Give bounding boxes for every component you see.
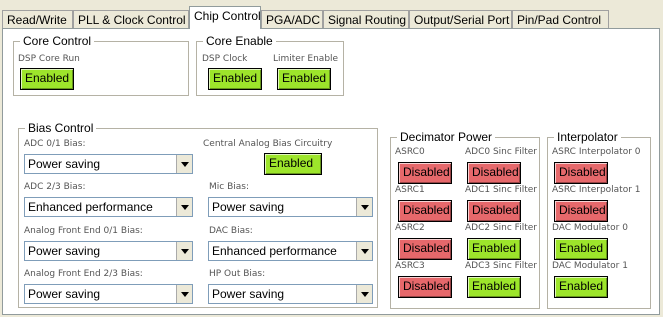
- hp-out-bias-select[interactable]: Power saving: [208, 284, 373, 304]
- tab-pin-pad-control[interactable]: Pin/Pad Control: [512, 10, 609, 28]
- afe01-bias-value: Power saving: [28, 244, 101, 258]
- mic-bias-select[interactable]: Power saving: [208, 197, 373, 217]
- tab-pga-adc[interactable]: PGA/ADC: [261, 10, 323, 28]
- tab-strip: Read/Write PLL & Clock Control Chip Cont…: [2, 6, 661, 29]
- dac-bias-select[interactable]: Enhanced performance: [208, 241, 373, 261]
- bias-control-group: Bias Control ADC 0/1 Bias: Power saving …: [18, 121, 378, 308]
- asrc-interpolator-0-button[interactable]: Disabled: [554, 162, 608, 184]
- dac-bias-value: Enhanced performance: [212, 244, 337, 258]
- dac-bias-label: DAC Bias:: [209, 226, 253, 236]
- chevron-down-icon[interactable]: [356, 198, 372, 216]
- core-control-group: Core Control DSP Core Run Enabled: [13, 34, 189, 96]
- mic-bias-value: Power saving: [212, 200, 285, 214]
- bias-control-title: Bias Control: [25, 121, 97, 135]
- adc01-bias-value: Power saving: [28, 157, 101, 171]
- central-analog-bias-button[interactable]: Enabled: [264, 153, 322, 175]
- dac-modulator-1-button[interactable]: Enabled: [554, 276, 608, 298]
- hp-out-bias-label: HP Out Bias:: [209, 269, 266, 279]
- core-control-title: Core Control: [20, 34, 95, 48]
- adc01-bias-label: ADC 0/1 Bias:: [24, 139, 86, 149]
- asrc0-label: ASRC0: [395, 147, 425, 157]
- adc1-sinc-filter-button[interactable]: Disabled: [467, 200, 521, 222]
- dac-modulator-0-label: DAC Modulator 0: [552, 223, 628, 233]
- asrc3-label: ASRC3: [395, 261, 425, 271]
- afe23-bias-label: Analog Front End 2/3 Bias:: [24, 269, 143, 279]
- asrc0-button[interactable]: Disabled: [398, 162, 452, 184]
- chevron-down-icon[interactable]: [176, 285, 192, 303]
- decimator-power-group: Decimator Power ASRC0 ADC0 Sinc Filter D…: [390, 130, 540, 309]
- central-analog-bias-label: Central Analog Bias Circuitry: [203, 139, 333, 149]
- interpolator-group: Interpolator ASRC Interpolator 0 Disable…: [547, 130, 651, 309]
- dsp-core-run-label: DSP Core Run: [18, 54, 80, 64]
- hp-out-bias-value: Power saving: [212, 287, 285, 301]
- dac-modulator-1-label: DAC Modulator 1: [552, 261, 628, 271]
- decimator-power-title: Decimator Power: [397, 130, 496, 144]
- asrc2-button[interactable]: Disabled: [398, 238, 452, 260]
- adc23-bias-label: ADC 2/3 Bias:: [24, 182, 86, 192]
- afe01-bias-select[interactable]: Power saving: [24, 241, 193, 261]
- adc3-sinc-filter-button[interactable]: Enabled: [467, 276, 521, 298]
- afe23-bias-select[interactable]: Power saving: [24, 284, 193, 304]
- asrc-interpolator-1-label: ASRC Interpolator 1: [552, 185, 641, 195]
- tab-signal-routing[interactable]: Signal Routing: [323, 10, 409, 28]
- dac-modulator-0-button[interactable]: Enabled: [554, 238, 608, 260]
- mic-bias-label: Mic Bias:: [209, 182, 249, 192]
- chevron-down-icon[interactable]: [176, 155, 192, 173]
- adc0-sinc-filter-button[interactable]: Disabled: [467, 162, 521, 184]
- adc3-sinc-filter-label: ADC3 Sinc Filter: [465, 261, 537, 271]
- afe23-bias-value: Power saving: [28, 287, 101, 301]
- chevron-down-icon[interactable]: [176, 198, 192, 216]
- dsp-clock-label: DSP Clock: [202, 54, 248, 64]
- limiter-enable-label: Limiter Enable: [273, 54, 339, 64]
- asrc1-button[interactable]: Disabled: [398, 200, 452, 222]
- asrc2-label: ASRC2: [395, 223, 425, 233]
- core-enable-group: Core Enable DSP Clock Limiter Enable Ena…: [196, 34, 344, 96]
- dsp-clock-button[interactable]: Enabled: [208, 68, 262, 90]
- asrc1-label: ASRC1: [395, 185, 425, 195]
- tab-read-write[interactable]: Read/Write: [2, 10, 73, 28]
- adc23-bias-select[interactable]: Enhanced performance: [24, 197, 193, 217]
- adc01-bias-select[interactable]: Power saving: [24, 154, 193, 174]
- tab-output-serial-port[interactable]: Output/Serial Port: [409, 10, 512, 28]
- asrc-interpolator-1-button[interactable]: Disabled: [554, 200, 608, 222]
- asrc-interpolator-0-label: ASRC Interpolator 0: [552, 147, 641, 157]
- adc0-sinc-filter-label: ADC0 Sinc Filter: [465, 147, 537, 157]
- adc2-sinc-filter-label: ADC2 Sinc Filter: [465, 223, 537, 233]
- core-enable-title: Core Enable: [203, 34, 276, 48]
- interpolator-title: Interpolator: [554, 130, 621, 144]
- dsp-core-run-button[interactable]: Enabled: [20, 68, 74, 90]
- adc2-sinc-filter-button[interactable]: Enabled: [467, 238, 521, 260]
- limiter-enable-button[interactable]: Enabled: [277, 68, 331, 90]
- tab-pll-clock-control[interactable]: PLL & Clock Control: [73, 10, 189, 28]
- adc1-sinc-filter-label: ADC1 Sinc Filter: [465, 185, 537, 195]
- chip-control-panel: Core Control DSP Core Run Enabled Core E…: [2, 28, 660, 315]
- chevron-down-icon[interactable]: [356, 242, 372, 260]
- afe01-bias-label: Analog Front End 0/1 Bias:: [24, 226, 143, 236]
- adc23-bias-value: Enhanced performance: [28, 200, 153, 214]
- chevron-down-icon[interactable]: [176, 242, 192, 260]
- tab-chip-control[interactable]: Chip Control: [189, 6, 261, 29]
- chevron-down-icon[interactable]: [356, 285, 372, 303]
- asrc3-button[interactable]: Disabled: [398, 276, 452, 298]
